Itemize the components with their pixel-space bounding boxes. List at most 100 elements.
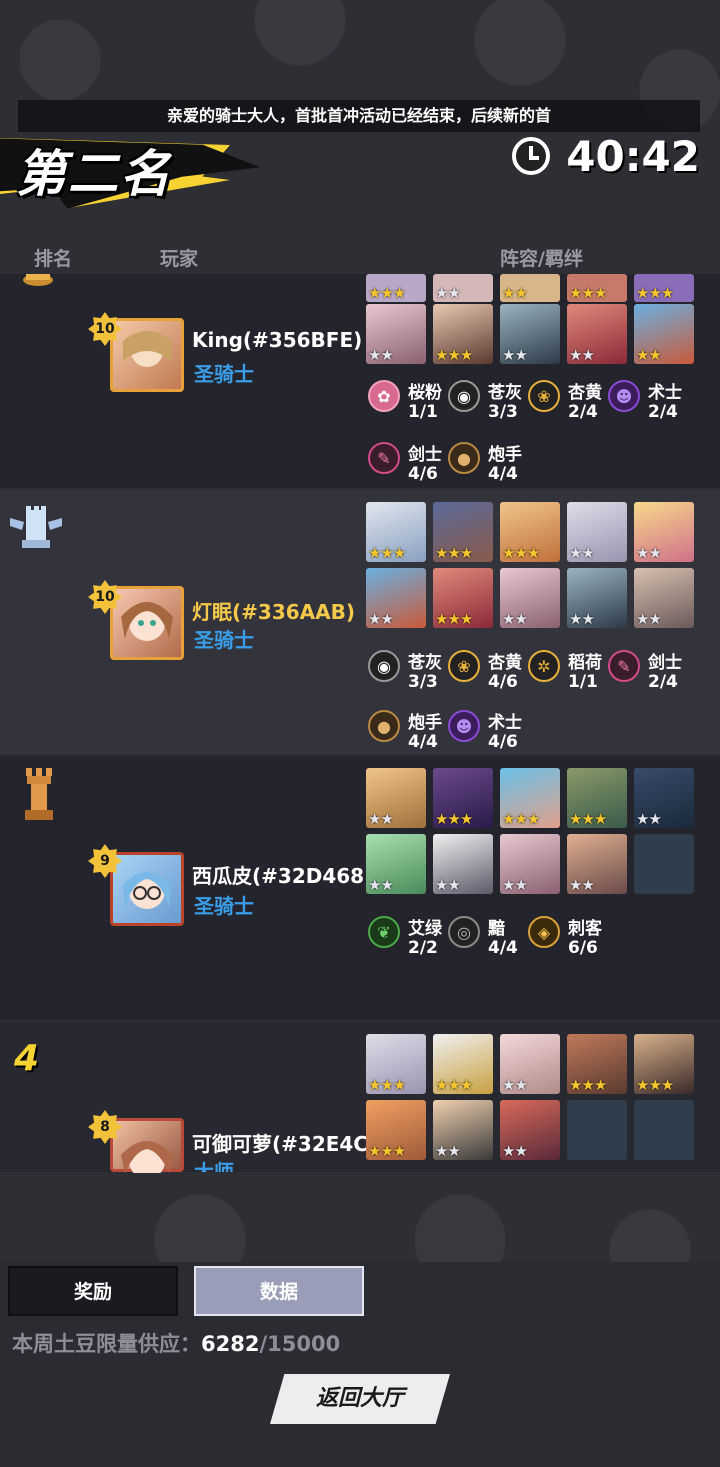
player-name: 可御可萝(#32E4C9: [192, 1132, 366, 1156]
sakura-icon: ✿: [368, 380, 400, 412]
hero-card[interactable]: ★★★: [500, 502, 560, 562]
hero-card[interactable]: ★★★: [433, 568, 493, 628]
player-row[interactable]: 4 8 可御可萝(#32E4C9 大师 ★★★ ★★★ ★★ ★★★ ★★★ ★…: [0, 1022, 720, 1179]
rank-number: 4: [14, 1038, 40, 1079]
hero-card[interactable]: ★★★: [567, 1034, 627, 1094]
hero-card[interactable]: ★★: [500, 304, 560, 364]
hero-card[interactable]: ★★: [634, 568, 694, 628]
gunner-icon: ●: [368, 710, 400, 742]
hero-card[interactable]: ★★: [500, 1034, 560, 1094]
synergy-item[interactable]: ● 炮手 4/4: [368, 708, 448, 758]
hero-card[interactable]: ★★★: [433, 1034, 493, 1094]
player-title: 圣骑士: [194, 362, 254, 386]
back-to-lobby-button[interactable]: 返回大厅: [270, 1374, 450, 1424]
synergy-item[interactable]: ✎ 剑士 4/6: [368, 440, 448, 490]
hero-card[interactable]: ★★: [567, 304, 627, 364]
empty-hero-slot: [634, 1100, 694, 1160]
synergy-item[interactable]: ◉ 苍灰 3/3: [448, 378, 528, 428]
synergy-item[interactable]: ❀ 杏黄 2/4: [528, 378, 608, 428]
supply-info: 本周土豆限量供应：6282/15000: [12, 1328, 340, 1358]
hero-card[interactable]: ★★★: [500, 768, 560, 828]
ash-icon: ◉: [368, 650, 400, 682]
hero-card[interactable]: ★★: [634, 304, 694, 364]
player-avatar[interactable]: [110, 1118, 184, 1179]
swordsman-icon: ✎: [368, 442, 400, 474]
hero-card[interactable]: ★★★: [433, 502, 493, 562]
synergy-item[interactable]: ✲ 稻荷 1/1: [528, 648, 608, 698]
hero-card[interactable]: ★★: [634, 502, 694, 562]
player-name: 西瓜皮(#32D468): [192, 864, 374, 888]
header-lineup: 阵容/羁绊: [500, 248, 583, 270]
supply-label: 本周土豆限量供应：: [12, 1332, 201, 1356]
hero-card[interactable]: ★★★: [567, 274, 627, 302]
hero-card[interactable]: ★★: [500, 1100, 560, 1160]
hero-card[interactable]: ★★: [500, 834, 560, 894]
hero-card[interactable]: ★★: [366, 768, 426, 828]
empty-hero-slot: [567, 1100, 627, 1160]
hero-card[interactable]: ★★★: [366, 1100, 426, 1160]
hero-card[interactable]: ★★: [366, 568, 426, 628]
hero-card[interactable]: ★★★: [634, 274, 694, 302]
tab-data[interactable]: 数据: [194, 1266, 364, 1316]
tab-reward[interactable]: 奖励: [8, 1266, 178, 1316]
hero-card[interactable]: ★★: [634, 768, 694, 828]
bronze-rook-icon: [25, 768, 53, 820]
synergy-item[interactable]: ◎ 黯 4/4: [448, 914, 528, 964]
hero-card[interactable]: ★★: [500, 274, 560, 302]
lineup-grid: ★★★ ★★★ ★★ ★★★ ★★★ ★★★ ★★ ★★: [366, 1034, 696, 1164]
hero-card[interactable]: ★★: [567, 568, 627, 628]
notice-banner: 亲爱的骑士大人，首批首冲活动已经结束，后续新的首: [18, 100, 700, 132]
synergy-item[interactable]: ◉ 苍灰 3/3: [368, 648, 448, 698]
player-title: 圣骑士: [194, 894, 254, 918]
warlock-icon: ☻: [448, 710, 480, 742]
lineup-grid: ★★ ★★★ ★★★ ★★★ ★★ ★★ ★★ ★★ ★★: [366, 768, 696, 898]
synergy-item[interactable]: ❀ 杏黄 4/6: [448, 648, 528, 698]
hero-card[interactable]: ★★: [433, 834, 493, 894]
gold-medal-icon: [23, 274, 53, 286]
hero-card[interactable]: ★★★: [433, 304, 493, 364]
hero-card[interactable]: ★★★: [433, 768, 493, 828]
rank-title: 第二名: [16, 145, 172, 203]
player-avatar[interactable]: [110, 852, 184, 926]
player-row[interactable]: 9 西瓜皮(#32D468) 圣骑士 ★★ ★★★ ★★★ ★★★ ★★ ★★ …: [0, 756, 720, 1020]
hero-card[interactable]: ★★: [366, 834, 426, 894]
hero-card[interactable]: ★★: [567, 502, 627, 562]
synergy-item[interactable]: ✎ 剑士 2/4: [608, 648, 688, 698]
swordsman-icon: ✎: [608, 650, 640, 682]
player-name: King(#356BFE): [192, 328, 363, 352]
empty-hero-slot: [634, 834, 694, 894]
hero-card[interactable]: ★★★: [366, 1034, 426, 1094]
synergy-item[interactable]: ◈ 刺客 6/6: [528, 914, 608, 964]
hero-card[interactable]: ★★★: [366, 502, 426, 562]
clock-icon: [512, 137, 551, 175]
gunner-icon: ●: [448, 442, 480, 474]
assassin-icon: ◈: [528, 916, 560, 948]
synergy-item[interactable]: ☻ 术士 4/6: [448, 708, 528, 758]
synergy-item[interactable]: ☻ 术士 2/4: [608, 378, 688, 428]
ash-icon: ◉: [448, 380, 480, 412]
hero-card[interactable]: ★★: [500, 568, 560, 628]
leaf-icon: ❦: [368, 916, 400, 948]
hero-card[interactable]: ★★: [366, 304, 426, 364]
synergy-item[interactable]: ● 炮手 4/4: [448, 440, 528, 490]
hero-card[interactable]: ★★★: [634, 1034, 694, 1094]
synergy-item[interactable]: ❦ 艾绿 2/2: [368, 914, 448, 964]
player-title: 大师: [194, 1160, 234, 1172]
table-header: 排名 玩家 阵容/羁绊: [0, 240, 720, 274]
header-player: 玩家: [160, 248, 199, 270]
supply-current: 6282: [201, 1332, 260, 1356]
hero-card[interactable]: ★★: [433, 274, 493, 302]
eye-icon: ◎: [448, 916, 480, 948]
hero-card[interactable]: ★★★: [366, 274, 426, 302]
player-name: 灯眠(#336AAB): [192, 600, 355, 624]
player-row[interactable]: 10 灯眠(#336AAB) 圣骑士 ★★★ ★★★ ★★★ ★★ ★★ ★★ …: [0, 490, 720, 754]
header-rank: 排名: [34, 248, 73, 270]
warlock-icon: ☻: [608, 380, 640, 412]
apricot-icon: ❀: [528, 380, 560, 412]
hero-card[interactable]: ★★★: [567, 768, 627, 828]
hero-card[interactable]: ★★: [567, 834, 627, 894]
synergy-item[interactable]: ✿ 桜粉 1/1: [368, 378, 448, 428]
hero-card[interactable]: ★★: [433, 1100, 493, 1160]
player-row[interactable]: 10 King(#356BFE) 圣骑士 ★★★ ★★ ★★ ★★★ ★★★ ★…: [0, 274, 720, 488]
lineup-grid: ★★★ ★★★ ★★★ ★★ ★★ ★★ ★★★ ★★ ★★ ★★: [366, 502, 696, 632]
